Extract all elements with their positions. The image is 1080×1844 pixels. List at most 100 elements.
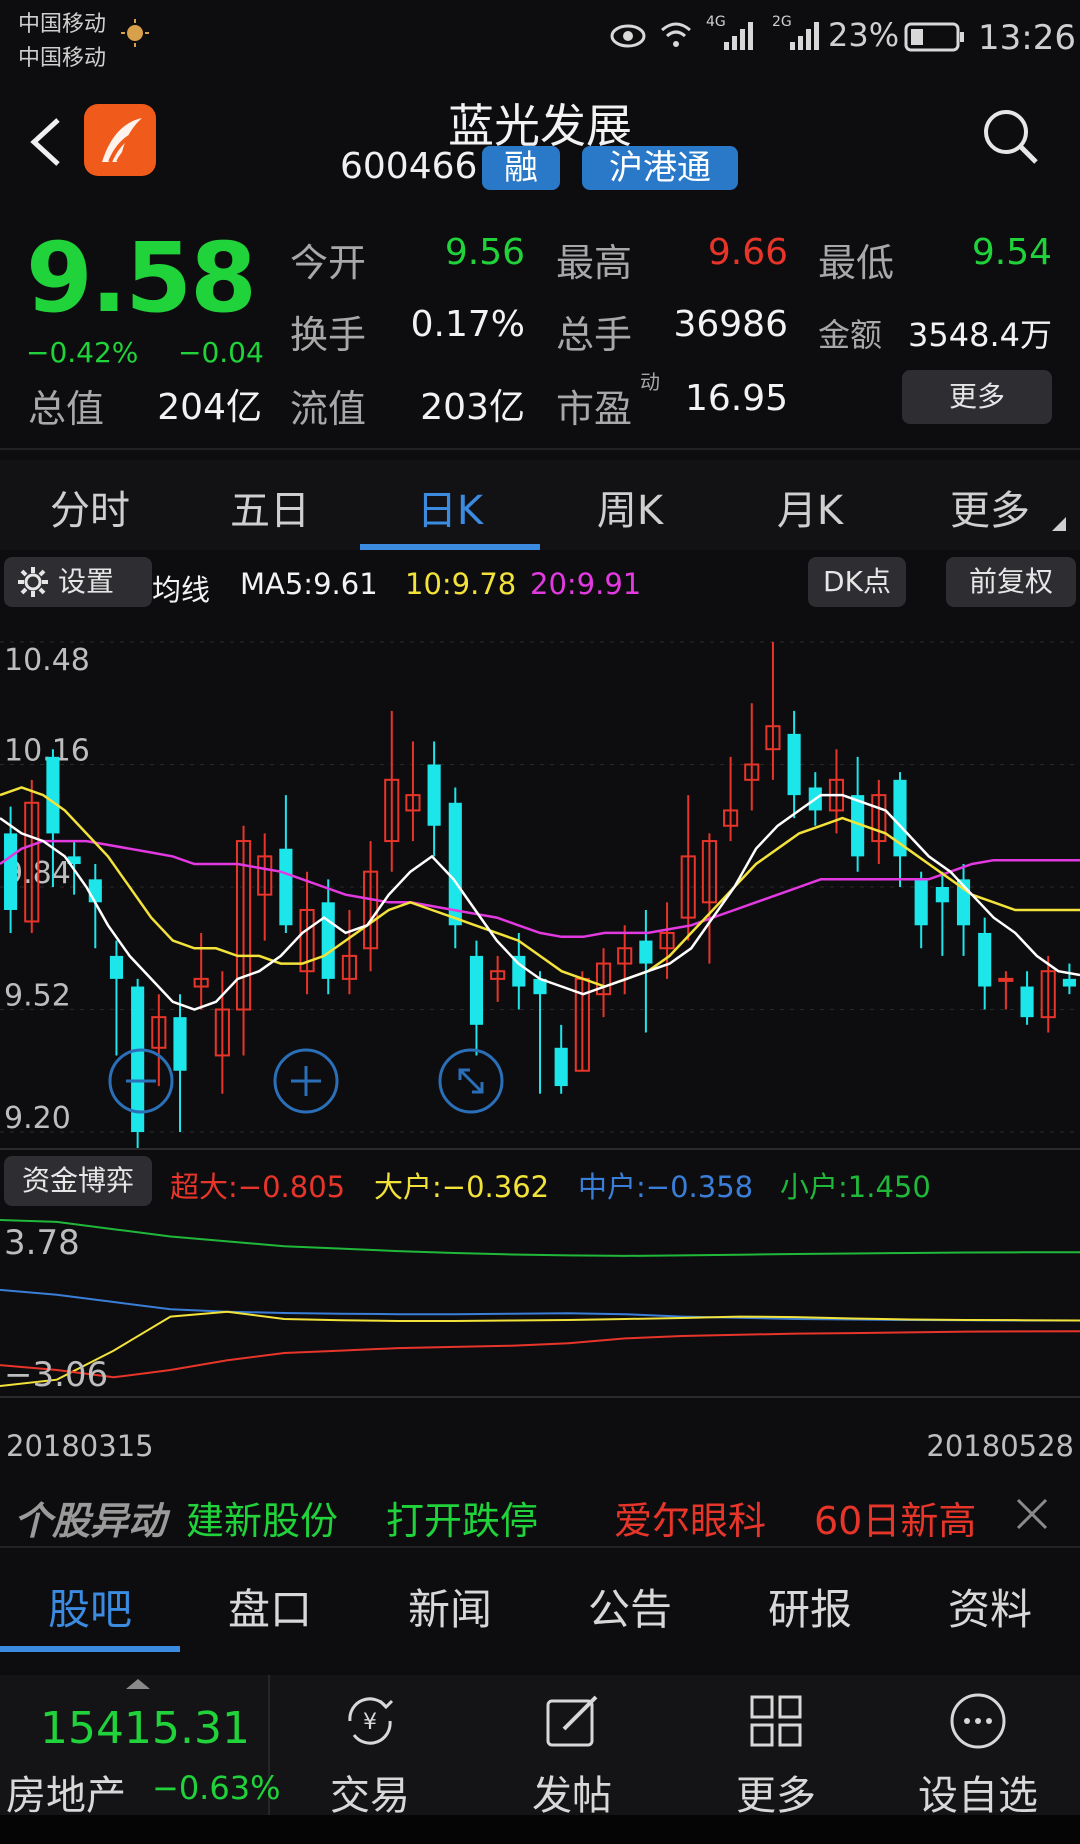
more-quote-button[interactable]: 更多 bbox=[902, 370, 1052, 424]
alert-title: 个股异动 bbox=[14, 1499, 167, 1543]
status-bar: 中国移动 中国移动 4G 2G 23% 13:26 bbox=[0, 0, 1080, 80]
post-button[interactable]: 发帖 bbox=[482, 1675, 662, 1819]
candle-body bbox=[173, 1017, 187, 1071]
quote-panel: 9.58 −0.42% −0.04 今开 9.56 最高 9.66 最低 9.5… bbox=[0, 210, 1080, 450]
margin-tag[interactable]: 融 bbox=[482, 146, 560, 190]
svg-text:¥: ¥ bbox=[363, 1710, 377, 1735]
fund-flow-button[interactable]: 资金博弈 bbox=[4, 1156, 152, 1206]
price-tick-label: 10.48 bbox=[4, 643, 90, 678]
candle-body bbox=[1062, 978, 1076, 987]
expand-up-icon bbox=[126, 1679, 150, 1689]
settings-button[interactable]: 设置 bbox=[4, 557, 152, 607]
tab-news[interactable]: 新闻 bbox=[360, 1576, 540, 1637]
grid-icon bbox=[750, 1695, 802, 1747]
tab-five-day[interactable]: 五日 bbox=[180, 478, 360, 536]
candle-body bbox=[46, 756, 60, 834]
weather-sun-icon bbox=[120, 18, 150, 48]
alert-stock-2[interactable]: 爱尔眼科 bbox=[614, 1490, 766, 1545]
medium-value: 中户:−0.358 bbox=[578, 1170, 754, 1204]
adjust-button[interactable]: 前复权 bbox=[946, 557, 1076, 607]
eye-icon bbox=[610, 18, 646, 54]
close-alert-button[interactable] bbox=[1014, 1496, 1050, 1532]
plus-icon bbox=[273, 1048, 339, 1114]
tab-orderbook[interactable]: 盘口 bbox=[180, 1576, 360, 1637]
fullscreen-button[interactable] bbox=[438, 1048, 504, 1114]
system-nav-bar bbox=[0, 1815, 1080, 1844]
connect-tag[interactable]: 沪港通 bbox=[582, 146, 738, 190]
active-tab-indicator bbox=[0, 1646, 180, 1652]
tab-announcements[interactable]: 公告 bbox=[540, 1576, 720, 1637]
candle-body bbox=[914, 879, 928, 926]
alert-event-2: 60日新高 bbox=[814, 1499, 977, 1543]
more-label: 更多 bbox=[736, 1773, 816, 1819]
pe-value: 16.95 bbox=[684, 378, 788, 419]
candle-body bbox=[88, 879, 102, 903]
small-value: 小户:1.450 bbox=[780, 1170, 931, 1204]
mktcap-value: 204亿 bbox=[157, 387, 262, 428]
yen-exchange-icon: ¥ bbox=[348, 1697, 394, 1745]
index-change: −0.63% bbox=[152, 1769, 281, 1807]
medium-flow-line bbox=[0, 1288, 1080, 1322]
add-watchlist-button[interactable]: 设自选 bbox=[888, 1675, 1068, 1819]
date-range: 20180315 20180528 bbox=[0, 1425, 1080, 1475]
search-button[interactable] bbox=[980, 106, 1040, 166]
divider bbox=[0, 448, 1080, 450]
battery-percent: 23% bbox=[828, 16, 900, 54]
carrier-1: 中国移动 bbox=[18, 12, 107, 37]
zoom-out-button[interactable] bbox=[108, 1048, 174, 1114]
signal-icon-1 bbox=[722, 20, 756, 52]
tab-weekly-k[interactable]: 周K bbox=[540, 478, 720, 536]
large-value: 大户:−0.362 bbox=[374, 1170, 550, 1204]
end-date: 20180528 bbox=[926, 1429, 1074, 1463]
edit-icon bbox=[546, 1695, 598, 1747]
ma20-value: 20:9.91 bbox=[530, 567, 642, 601]
high-value: 9.66 bbox=[707, 232, 788, 273]
more-button[interactable]: 更多 bbox=[686, 1675, 866, 1819]
candle-body bbox=[427, 764, 441, 826]
add-watchlist-label: 设自选 bbox=[918, 1773, 1038, 1819]
tab-profile[interactable]: 资料 bbox=[900, 1576, 1080, 1637]
candle-body bbox=[787, 733, 801, 796]
bottom-toolbar: 15415.31 房地产 −0.63% ¥ 交易 发帖 更多 设自选 bbox=[0, 1675, 1080, 1819]
dropdown-corner-icon bbox=[1052, 516, 1066, 535]
mktcap-label: 总值 bbox=[28, 387, 105, 431]
chart-toolbar: 设置 均线 MA5:9.61 10:9.78 20:9.91 DK点 前复权 bbox=[0, 555, 1080, 611]
float-value: 203亿 bbox=[420, 387, 525, 428]
volume-value: 36986 bbox=[673, 304, 788, 345]
change-amount: −0.04 bbox=[178, 336, 264, 369]
trade-button[interactable]: ¥ 交易 bbox=[280, 1675, 460, 1819]
alert-stock-1[interactable]: 建新股份 bbox=[186, 1490, 338, 1545]
stock-alert-strip[interactable]: 个股异动 建新股份 打开跌停 爱尔眼科 60日新高 bbox=[0, 1480, 1080, 1546]
zoom-in-button[interactable] bbox=[273, 1048, 339, 1114]
sector-index[interactable]: 15415.31 房地产 −0.63% bbox=[0, 1675, 280, 1819]
fund-flow-chart: 3.78 −3.06 bbox=[0, 1219, 1080, 1395]
index-name: 房地产 bbox=[6, 1773, 126, 1819]
start-date: 20180315 bbox=[6, 1429, 154, 1463]
fund-min-label: −3.06 bbox=[4, 1355, 108, 1395]
ma-label: 均线 bbox=[152, 573, 211, 607]
pe-label: 市盈 bbox=[556, 387, 633, 431]
candle-body bbox=[639, 940, 653, 964]
pe-type: 动 bbox=[640, 370, 660, 394]
super-flow-line bbox=[0, 1330, 1080, 1379]
active-tab-indicator bbox=[360, 544, 540, 550]
amount-label: 金额 bbox=[818, 316, 883, 354]
candle-body bbox=[4, 833, 18, 910]
post-label: 发帖 bbox=[532, 1773, 612, 1819]
ma5-value: MA5:9.61 bbox=[240, 567, 378, 601]
ma10-value: 10:9.78 bbox=[405, 567, 517, 601]
tab-daily-k[interactable]: 日K bbox=[360, 478, 540, 536]
amount-value: 3548.4万 bbox=[908, 316, 1052, 354]
wifi-icon bbox=[658, 16, 694, 52]
tab-monthly-k[interactable]: 月K bbox=[720, 478, 900, 536]
tab-research[interactable]: 研报 bbox=[720, 1576, 900, 1637]
low-value: 9.54 bbox=[971, 232, 1052, 273]
tab-intraday[interactable]: 分时 bbox=[0, 478, 180, 536]
super-large-value: 超大:−0.805 bbox=[170, 1170, 346, 1204]
tab-forum[interactable]: 股吧 bbox=[0, 1576, 180, 1637]
period-tabs: 分时 五日 日K 周K 月K 更多 bbox=[0, 460, 1080, 550]
candle-body bbox=[109, 955, 124, 979]
dk-point-button[interactable]: DK点 bbox=[808, 557, 906, 607]
open-label: 今开 bbox=[290, 241, 367, 285]
turnover-value: 0.17% bbox=[410, 304, 525, 345]
